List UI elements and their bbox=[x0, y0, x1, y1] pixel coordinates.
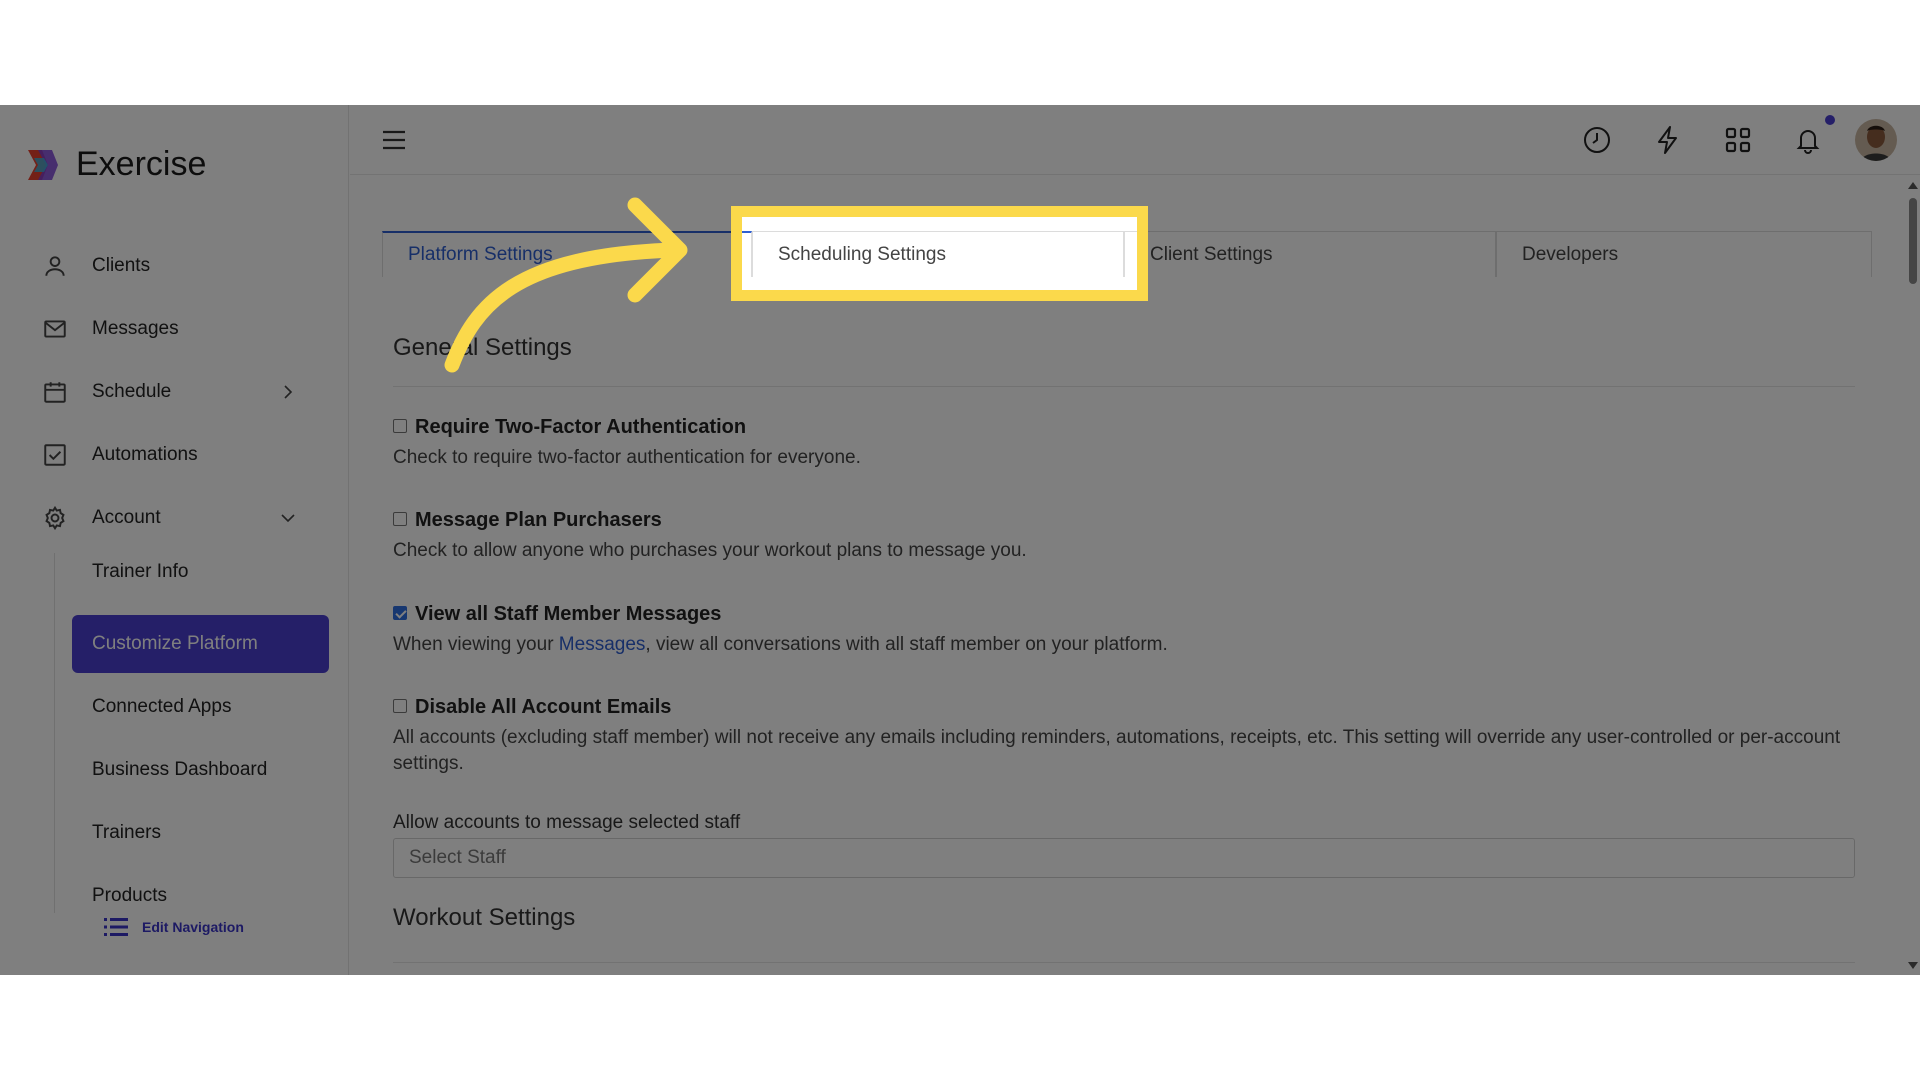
staff-select[interactable]: Select Staff bbox=[393, 838, 1855, 878]
tab-platform-settings[interactable]: Platform Settings bbox=[382, 231, 752, 277]
messages-link[interactable]: Messages bbox=[559, 634, 646, 655]
app-window-content: Edit Navigation Platform Settings Schedu… bbox=[0, 105, 1920, 975]
tab-scheduling-settings[interactable]: Scheduling Settings bbox=[752, 231, 1124, 277]
clock-icon[interactable] bbox=[1581, 124, 1613, 156]
list-icon bbox=[104, 918, 128, 936]
workout-settings-title: Workout Settings bbox=[393, 904, 576, 931]
edit-navigation-link[interactable]: Edit Navigation bbox=[104, 917, 244, 937]
view-staff-messages-checkbox[interactable] bbox=[393, 605, 407, 620]
divider bbox=[393, 962, 1855, 963]
setting-two-factor: Require Two-Factor Authentication Check … bbox=[393, 416, 1853, 471]
apps-grid-icon[interactable] bbox=[1722, 124, 1754, 156]
scroll-thumb[interactable] bbox=[1909, 198, 1917, 284]
edit-navigation-label: Edit Navigation bbox=[142, 919, 244, 935]
setting-label: Require Two-Factor Authentication bbox=[415, 416, 747, 438]
tab-client-settings[interactable]: Client Settings bbox=[1124, 231, 1496, 277]
setting-label: Disable All Account Emails bbox=[415, 696, 672, 718]
setting-label: Message Plan Purchasers bbox=[415, 509, 662, 531]
avatar[interactable] bbox=[1855, 119, 1897, 161]
settings-tabs: Platform Settings Scheduling Settings Cl… bbox=[382, 231, 1872, 277]
tab-developers[interactable]: Developers bbox=[1496, 231, 1872, 277]
scrollbar[interactable] bbox=[1905, 176, 1920, 975]
setting-message-purchasers: Message Plan Purchasers Check to allow a… bbox=[393, 509, 1853, 564]
staff-select-placeholder: Select Staff bbox=[409, 847, 506, 868]
setting-disable-emails: Disable All Account Emails All accounts … bbox=[393, 696, 1853, 777]
hamburger-menu-icon[interactable] bbox=[380, 127, 408, 153]
tab-label: Scheduling Settings bbox=[778, 243, 946, 265]
scroll-up-arrow[interactable] bbox=[1908, 182, 1918, 189]
message-purchasers-checkbox[interactable] bbox=[393, 511, 407, 526]
top-bar bbox=[350, 105, 1920, 175]
tab-label: Client Settings bbox=[1150, 243, 1273, 265]
bell-icon[interactable] bbox=[1792, 124, 1824, 156]
general-settings-title: General Settings bbox=[393, 334, 572, 361]
lightning-icon[interactable] bbox=[1652, 124, 1684, 156]
setting-description: When viewing your Messages, view all con… bbox=[393, 632, 1853, 658]
setting-view-staff-messages: View all Staff Member Messages When view… bbox=[393, 603, 1853, 658]
desc-text: , view all conversations with all staff … bbox=[645, 634, 1168, 655]
setting-label: View all Staff Member Messages bbox=[415, 603, 722, 625]
setting-description: Check to require two-factor authenticati… bbox=[393, 447, 861, 468]
main-content: Platform Settings Scheduling Settings Cl… bbox=[350, 176, 1905, 975]
setting-description: All accounts (excluding staff member) wi… bbox=[393, 727, 1841, 774]
setting-description: Check to allow anyone who purchases your… bbox=[393, 540, 1027, 561]
divider bbox=[393, 386, 1855, 387]
notification-dot bbox=[1825, 115, 1835, 125]
two-factor-checkbox[interactable] bbox=[393, 418, 407, 433]
scroll-down-arrow[interactable] bbox=[1908, 962, 1918, 969]
tab-label: Platform Settings bbox=[408, 244, 553, 265]
disable-emails-checkbox[interactable] bbox=[393, 698, 407, 713]
staff-select-label: Allow accounts to message selected staff bbox=[393, 812, 741, 833]
tab-label: Developers bbox=[1522, 243, 1619, 265]
desc-text: When viewing your bbox=[393, 634, 559, 655]
